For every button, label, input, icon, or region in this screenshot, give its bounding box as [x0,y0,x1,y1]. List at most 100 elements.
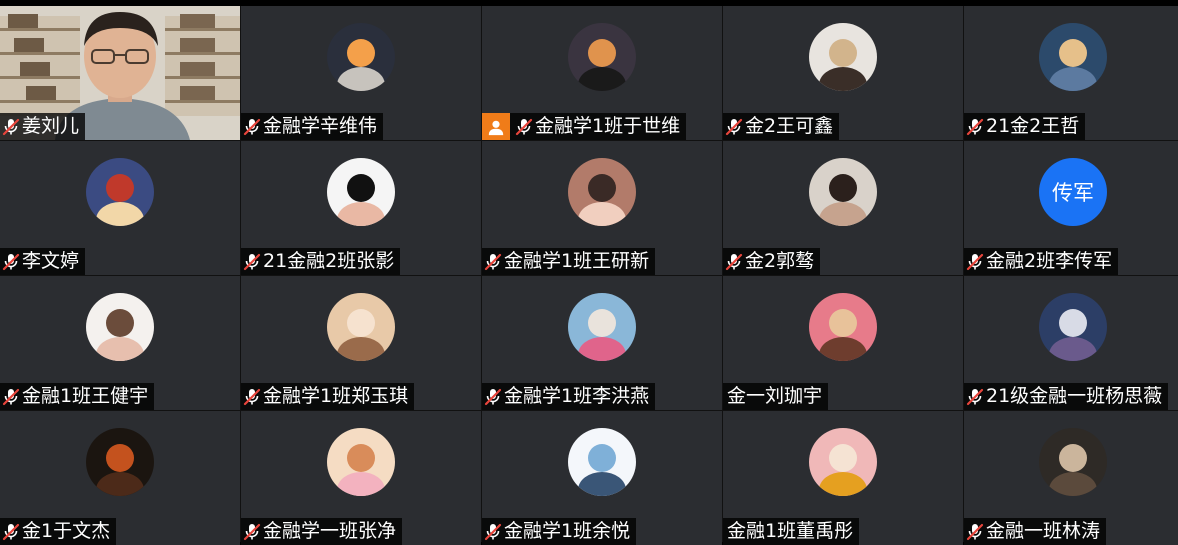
participant-tile-13[interactable]: 金融学1班李洪燕 [482,276,722,410]
participant-tile-8[interactable]: 金融学1班王研新 [482,141,722,275]
mic-muted-icon [484,253,502,270]
nameplate: 金融学1班郑玉琪 [241,383,415,410]
avatar [327,428,395,496]
participant-tile-11[interactable]: 金融1班王健宇 [0,276,240,410]
participant-name: 金融学辛维伟 [263,115,378,137]
participant-tile-2[interactable]: 金融学辛维伟 [241,6,481,140]
participant-name: 金融学1班余悦 [504,520,631,542]
mic-muted-icon [725,118,743,135]
participant-tile-17[interactable]: 金融学一班张净 [241,411,481,545]
avatar [809,158,877,226]
participant-tile-10[interactable]: 传军 金融2班李传军 [964,141,1178,275]
participant-tile-6[interactable]: 李文婷 [0,141,240,275]
participant-tile-9[interactable]: 金2郭骜 [723,141,963,275]
avatar-photo [327,293,395,361]
avatar-photo [327,158,395,226]
mic-muted-icon [966,388,984,405]
participant-name: 姜刘儿 [22,115,80,137]
participant-name: 金融1班董禹彤 [727,520,854,542]
participant-name: 金融1班王健宇 [22,385,149,407]
avatar [1039,23,1107,91]
mic-muted-icon [243,253,261,270]
participant-tile-3[interactable]: 金融学1班于世维 [482,6,722,140]
mic-muted-icon [484,523,502,540]
nameplate: 金融学1班于世维 [482,113,687,140]
avatar-photo [809,23,877,91]
participant-tile-20[interactable]: 金融一班林涛 [964,411,1178,545]
nameplate: 金融学1班余悦 [482,518,637,545]
avatar-photo [568,428,636,496]
participant-name: 21金融2班张影 [263,250,395,272]
nameplate: 金融一班林涛 [964,518,1107,545]
avatar-photo [809,293,877,361]
participant-name: 金融学1班王研新 [504,250,650,272]
nameplate: 金融学1班王研新 [482,248,656,275]
participant-grid: 姜刘儿 金融学辛维伟 金融学1班于世维 金2王可鑫 21金2王哲 李文婷 21金… [0,6,1178,545]
nameplate: 金融1班王健宇 [0,383,155,410]
mic-muted-icon [2,118,20,135]
avatar [327,158,395,226]
mic-muted-icon [966,523,984,540]
participant-name: 金2王可鑫 [745,115,834,137]
participant-tile-19[interactable]: 金融1班董禹彤 [723,411,963,545]
nameplate: 金融2班李传军 [964,248,1119,275]
avatar [86,158,154,226]
mic-muted-icon [243,118,261,135]
avatar [568,158,636,226]
nameplate: 21金融2班张影 [241,248,401,275]
avatar [568,23,636,91]
avatar [1039,293,1107,361]
participant-name: 李文婷 [22,250,80,272]
participant-name: 金一刘珈宇 [727,385,823,407]
participant-tile-14[interactable]: 金一刘珈宇 [723,276,963,410]
nameplate: 金融学辛维伟 [241,113,384,140]
avatar-initials: 传军 [1052,181,1094,205]
mic-muted-icon [725,253,743,270]
mic-muted-icon [2,388,20,405]
avatar-photo [327,428,395,496]
avatar [809,23,877,91]
nameplate: 金融学1班李洪燕 [482,383,656,410]
avatar [327,293,395,361]
avatar-photo [809,158,877,226]
participant-tile-12[interactable]: 金融学1班郑玉琪 [241,276,481,410]
avatar-photo [568,23,636,91]
nameplate: 金融学一班张净 [241,518,403,545]
nameplate: 李文婷 [0,248,86,275]
participant-tile-4[interactable]: 金2王可鑫 [723,6,963,140]
avatar: 传军 [1039,158,1107,226]
avatar-photo [568,158,636,226]
avatar [568,428,636,496]
nameplate: 金2郭骜 [723,248,821,275]
mic-muted-icon [2,253,20,270]
mic-muted-icon [515,118,533,135]
nameplate: 21级金融一班杨思薇 [964,383,1169,410]
participant-name: 金融学1班于世维 [535,115,681,137]
participant-tile-1[interactable]: 姜刘儿 [0,6,240,140]
participant-name: 金融一班林涛 [986,520,1101,542]
participant-name: 21级金融一班杨思薇 [986,385,1163,407]
participant-name: 金融学一班张净 [263,520,397,542]
participant-tile-18[interactable]: 金融学1班余悦 [482,411,722,545]
avatar-photo [1039,428,1107,496]
nameplate: 金一刘珈宇 [723,383,829,410]
avatar-photo [86,158,154,226]
avatar-photo [86,428,154,496]
participant-name: 金2郭骜 [745,250,815,272]
avatar [86,428,154,496]
mic-muted-icon [243,523,261,540]
mic-muted-icon [966,118,984,135]
participant-tile-16[interactable]: 金1于文杰 [0,411,240,545]
nameplate: 金1于文杰 [0,518,117,545]
avatar [327,23,395,91]
participant-name: 金1于文杰 [22,520,111,542]
avatar-photo [1039,293,1107,361]
mic-muted-icon [484,388,502,405]
mic-muted-icon [243,388,261,405]
avatar-photo [809,428,877,496]
avatar-photo [327,23,395,91]
participant-tile-15[interactable]: 21级金融一班杨思薇 [964,276,1178,410]
participant-tile-5[interactable]: 21金2王哲 [964,6,1178,140]
avatar [809,293,877,361]
participant-tile-7[interactable]: 21金融2班张影 [241,141,481,275]
